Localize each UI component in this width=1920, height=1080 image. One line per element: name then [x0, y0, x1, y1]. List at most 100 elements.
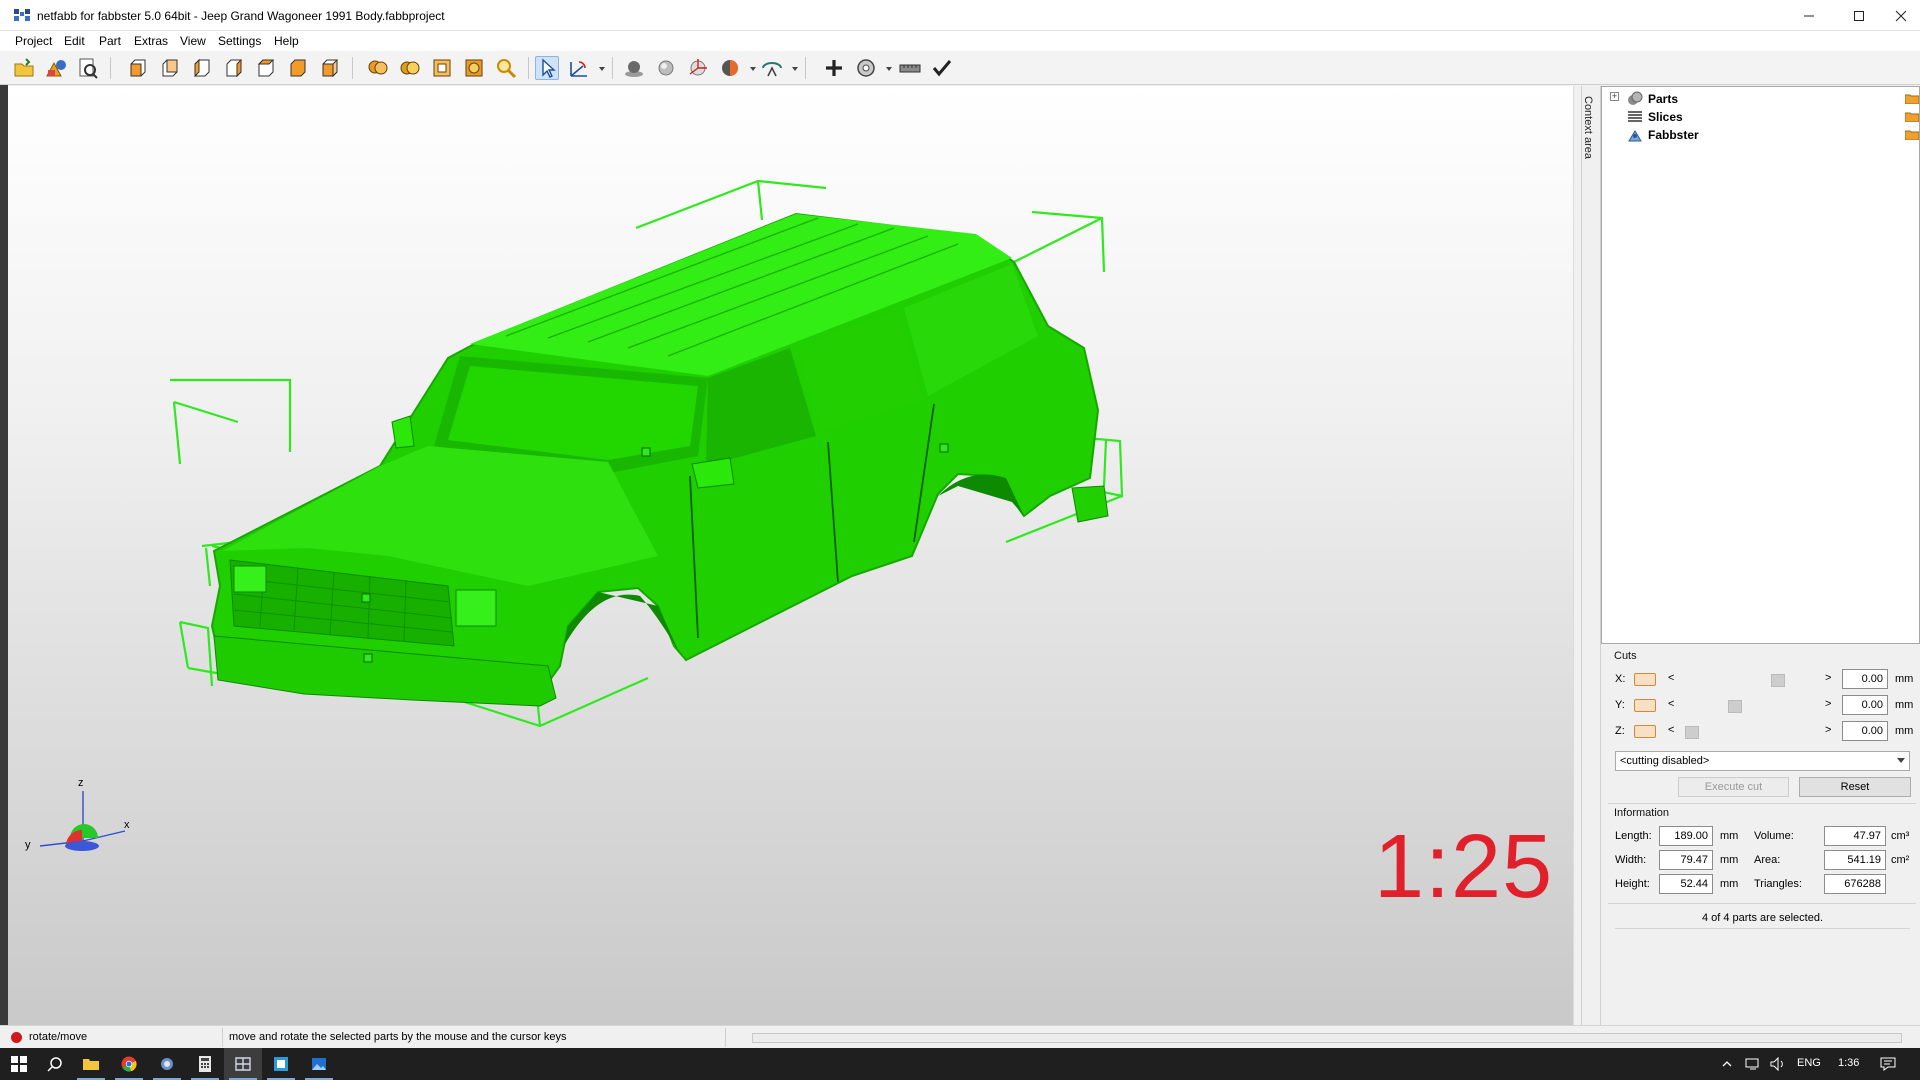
smooth-shading-icon[interactable]	[654, 56, 678, 80]
cut-increment-button[interactable]: >	[1825, 724, 1831, 736]
cut-slider-thumb[interactable]	[1728, 700, 1742, 713]
view-back-icon[interactable]	[158, 56, 182, 80]
title-bar: netfabb for fabbster 5.0 64bit - Jeep Gr…	[0, 0, 1920, 31]
minimize-icon[interactable]	[1786, 0, 1832, 31]
cut-color-swatch[interactable]	[1634, 699, 1656, 712]
view-bottom-icon[interactable]	[286, 56, 310, 80]
cut-decrement-button[interactable]: <	[1668, 724, 1674, 736]
cut-value-input[interactable]: 0.00	[1842, 695, 1888, 715]
car-body-model[interactable]: z y x	[8, 86, 1573, 1025]
windows-start-icon[interactable]	[0, 1048, 38, 1080]
color-mode-icon[interactable]	[718, 56, 742, 80]
folder-icon	[1905, 94, 1919, 104]
view-right-icon[interactable]	[222, 56, 246, 80]
menu-extras[interactable]: Extras	[134, 34, 168, 48]
zoom-parts-icon[interactable]	[366, 56, 390, 80]
menu-edit[interactable]: Edit	[64, 34, 85, 48]
cut-increment-button[interactable]: >	[1825, 672, 1831, 684]
cut-value-input[interactable]: 0.00	[1842, 721, 1888, 741]
area-unit: cm²	[1891, 854, 1910, 866]
window-title: netfabb for fabbster 5.0 64bit - Jeep Gr…	[37, 9, 445, 23]
grid-app-icon[interactable]	[224, 1048, 262, 1080]
menu-bar: Project Edit Part Extras View Settings H…	[0, 31, 1920, 51]
cut-mode-select[interactable]: <cutting disabled>	[1615, 751, 1910, 771]
close-icon[interactable]	[1878, 0, 1920, 31]
select-arrow-icon[interactable]	[535, 56, 559, 80]
view-left-icon[interactable]	[190, 56, 214, 80]
tree-item-label: Slices	[1648, 110, 1683, 124]
maximize-icon[interactable]	[1836, 0, 1882, 31]
view-front-icon[interactable]	[126, 56, 150, 80]
folder-icon	[1905, 112, 1919, 122]
zoom-all-icon[interactable]	[462, 56, 486, 80]
execute-cut-button[interactable]: Execute cut	[1678, 777, 1789, 797]
cut-row-x: X: < > 0.00 mm	[1612, 669, 1913, 691]
netfabb-taskbar-icon[interactable]	[148, 1048, 186, 1080]
zoom-glass-icon[interactable]	[494, 56, 518, 80]
color-dropdown-icon[interactable]	[750, 67, 756, 71]
display-options-icon[interactable]	[760, 56, 784, 80]
menu-project[interactable]: Project	[15, 34, 52, 48]
add-cross-icon[interactable]	[822, 56, 846, 80]
cut-slider-thumb[interactable]	[1684, 726, 1699, 739]
context-area-tab[interactable]	[1581, 86, 1601, 1025]
tree-item-slices[interactable]: Slices	[1602, 108, 1920, 126]
cut-color-swatch[interactable]	[1634, 673, 1656, 686]
add-part-icon[interactable]	[44, 56, 68, 80]
view-iso-icon[interactable]	[318, 56, 342, 80]
teams-app-icon[interactable]	[262, 1048, 300, 1080]
cut-slider-thumb[interactable]	[1771, 674, 1786, 687]
view-top-icon[interactable]	[254, 56, 278, 80]
fabbster-icon	[1628, 130, 1642, 142]
display-dropdown-icon[interactable]	[792, 67, 798, 71]
cut-color-swatch[interactable]	[1634, 725, 1656, 738]
zoom-selection-icon[interactable]	[398, 56, 422, 80]
cut-decrement-button[interactable]: <	[1668, 672, 1674, 684]
apply-check-icon[interactable]	[930, 56, 954, 80]
network-icon[interactable]	[1745, 1057, 1761, 1071]
menu-part[interactable]: Part	[99, 34, 121, 48]
reset-button[interactable]: Reset	[1799, 777, 1911, 797]
rotate-dropdown-icon[interactable]	[886, 67, 892, 71]
photo-app-icon[interactable]	[300, 1048, 338, 1080]
3d-viewport[interactable]: z y x 1:25	[8, 86, 1573, 1025]
tray-language[interactable]: ENG	[1797, 1057, 1821, 1069]
zoom-platform-icon[interactable]	[430, 56, 454, 80]
shading-icon[interactable]	[622, 56, 646, 80]
tray-chevron-up-icon[interactable]	[1722, 1059, 1732, 1069]
transform-dropdown-icon[interactable]	[599, 67, 605, 71]
viewport-splitter[interactable]	[1573, 86, 1581, 1025]
cut-value-input[interactable]: 0.00	[1842, 669, 1888, 689]
status-mode: rotate/move	[29, 1031, 88, 1043]
cut-unit: mm	[1895, 699, 1914, 711]
cut-increment-button[interactable]: >	[1825, 698, 1831, 710]
length-value: 189.00	[1659, 826, 1713, 846]
volume-icon[interactable]	[1770, 1057, 1786, 1071]
transform-axes-icon[interactable]	[567, 56, 591, 80]
search-icon[interactable]	[36, 1048, 74, 1080]
tree-item-parts[interactable]: Parts	[1602, 90, 1920, 108]
tree-item-fabbster[interactable]: Fabbster	[1602, 126, 1920, 144]
menu-view[interactable]: View	[180, 34, 206, 48]
action-center-icon[interactable]	[1880, 1057, 1896, 1071]
coordinates-icon[interactable]	[686, 56, 710, 80]
chevron-down-icon[interactable]	[1897, 758, 1905, 763]
status-hint: move and rotate the selected parts by th…	[229, 1031, 567, 1043]
rotate-gear-icon[interactable]	[854, 56, 878, 80]
print-preview-icon[interactable]	[76, 56, 100, 80]
volume-label: Volume:	[1754, 830, 1794, 842]
cut-row-z: Z: < > 0.00 mm	[1612, 721, 1913, 743]
cut-decrement-button[interactable]: <	[1668, 698, 1674, 710]
menu-settings[interactable]: Settings	[218, 34, 261, 48]
project-tree[interactable]: + Parts Slices Fabbster	[1601, 86, 1920, 644]
open-project-icon[interactable]	[12, 56, 36, 80]
calculator-icon[interactable]	[186, 1048, 224, 1080]
menu-help[interactable]: Help	[274, 34, 299, 48]
selection-status: 4 of 4 parts are selected.	[1615, 907, 1910, 929]
chrome-icon[interactable]	[110, 1048, 148, 1080]
tray-clock[interactable]: 1:36	[1838, 1057, 1859, 1069]
file-explorer-icon[interactable]	[72, 1048, 110, 1080]
measure-ruler-icon[interactable]	[898, 56, 922, 80]
toolbar-separator	[110, 57, 111, 79]
tree-item-label: Parts	[1648, 92, 1679, 106]
